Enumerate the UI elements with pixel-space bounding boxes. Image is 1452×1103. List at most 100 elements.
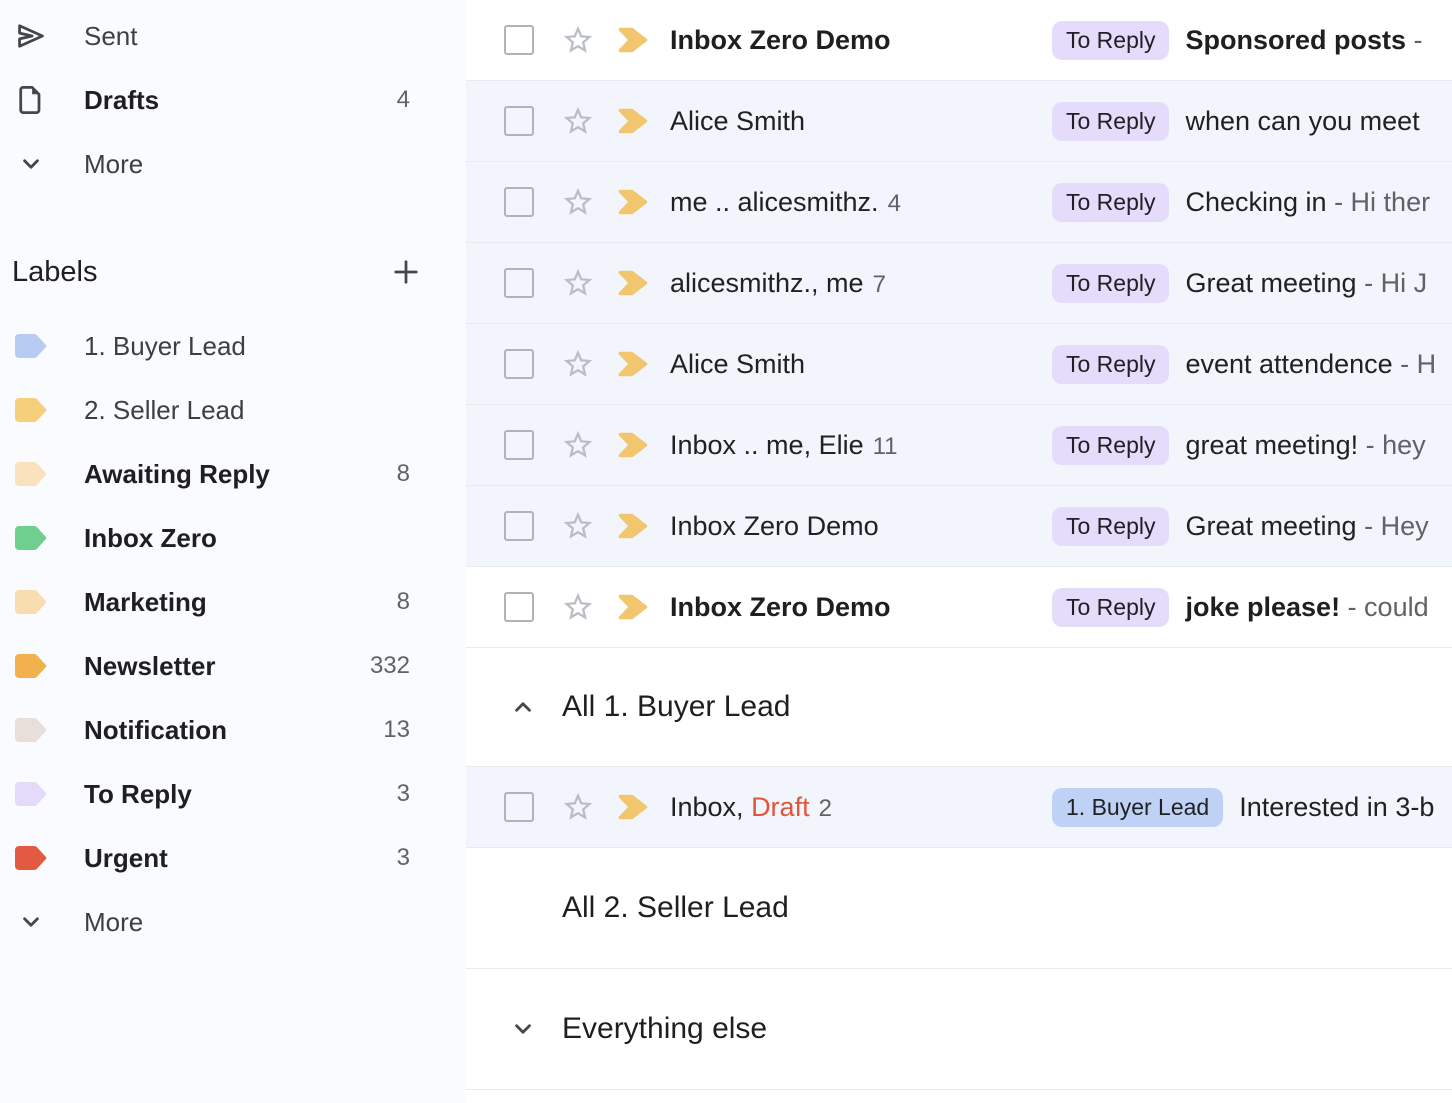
email-subject: great meeting! bbox=[1185, 430, 1358, 461]
sidebar-item-label: Drafts bbox=[84, 85, 159, 116]
label-badge[interactable]: To Reply bbox=[1052, 21, 1169, 60]
select-checkbox[interactable] bbox=[504, 792, 534, 822]
section-header-seller-lead[interactable]: All 2. Seller Lead bbox=[466, 848, 1452, 969]
star-icon[interactable] bbox=[561, 266, 595, 300]
importance-marker-icon[interactable] bbox=[617, 349, 651, 379]
importance-marker-icon[interactable] bbox=[617, 106, 651, 136]
label-badge[interactable]: To Reply bbox=[1052, 507, 1169, 546]
labels-header: Labels bbox=[0, 240, 466, 304]
email-row[interactable]: alicesmithz., me7 To Reply Great meeting… bbox=[466, 243, 1452, 324]
star-icon[interactable] bbox=[561, 104, 595, 138]
star-icon[interactable] bbox=[561, 185, 595, 219]
label-name: Newsletter bbox=[84, 651, 216, 682]
sidebar-item-drafts[interactable]: Drafts 4 bbox=[0, 68, 466, 132]
email-snippet: - hey bbox=[1358, 430, 1426, 461]
section-title: All 1. Buyer Lead bbox=[562, 690, 790, 724]
chevron-down-icon[interactable] bbox=[508, 1014, 538, 1044]
label-badge[interactable]: To Reply bbox=[1052, 183, 1169, 222]
label-count: 13 bbox=[383, 716, 410, 744]
email-row[interactable]: Inbox Zero Demo To Reply Great meeting -… bbox=[466, 486, 1452, 567]
label-badge[interactable]: To Reply bbox=[1052, 588, 1169, 627]
email-snippet: - Hey bbox=[1357, 511, 1429, 542]
select-checkbox[interactable] bbox=[504, 106, 534, 136]
label-tag-icon bbox=[14, 521, 48, 555]
star-icon[interactable] bbox=[561, 347, 595, 381]
email-row[interactable]: Inbox Zero Demo To Reply Sponsored posts… bbox=[466, 0, 1452, 81]
email-subject: Interested in 3-b bbox=[1239, 792, 1434, 823]
select-checkbox[interactable] bbox=[504, 25, 534, 55]
sidebar-label-inbox-zero[interactable]: Inbox Zero bbox=[0, 506, 466, 570]
sidebar: Sent Drafts 4 More Labels bbox=[0, 0, 466, 1103]
label-count: 8 bbox=[397, 588, 410, 616]
importance-marker-icon[interactable] bbox=[617, 792, 651, 822]
label-name: To Reply bbox=[84, 779, 192, 810]
sidebar-label-to-reply[interactable]: To Reply 3 bbox=[0, 762, 466, 826]
email-row[interactable]: Inbox .. me, Elie11 To Reply great meeti… bbox=[466, 405, 1452, 486]
email-subject: Sponsored posts bbox=[1185, 25, 1406, 56]
label-list: 1. Buyer Lead 2. Seller Lead Awaiting Re… bbox=[0, 314, 466, 954]
sidebar-label-notification[interactable]: Notification 13 bbox=[0, 698, 466, 762]
sidebar-label-buyer-lead[interactable]: 1. Buyer Lead bbox=[0, 314, 466, 378]
sidebar-label-marketing[interactable]: Marketing 8 bbox=[0, 570, 466, 634]
importance-marker-icon[interactable] bbox=[617, 25, 651, 55]
email-thread-count: 4 bbox=[888, 190, 901, 217]
email-row[interactable]: Alice Smith To Reply event attendence - … bbox=[466, 324, 1452, 405]
sidebar-item-more-system[interactable]: More bbox=[0, 132, 466, 196]
sidebar-label-awaiting-reply[interactable]: Awaiting Reply 8 bbox=[0, 442, 466, 506]
star-icon[interactable] bbox=[561, 590, 595, 624]
sidebar-label-newsletter[interactable]: Newsletter 332 bbox=[0, 634, 466, 698]
label-badge[interactable]: To Reply bbox=[1052, 426, 1169, 465]
label-tag-icon bbox=[14, 841, 48, 875]
email-row[interactable]: Inbox, Draft2 1. Buyer Lead Interested i… bbox=[466, 767, 1452, 848]
label-tag-icon bbox=[14, 457, 48, 491]
email-subject: event attendence bbox=[1185, 349, 1392, 380]
email-thread-count: 11 bbox=[873, 433, 898, 460]
select-checkbox[interactable] bbox=[504, 511, 534, 541]
chevron-up-icon[interactable] bbox=[508, 692, 538, 722]
select-checkbox[interactable] bbox=[504, 187, 534, 217]
email-sender: Alice Smith bbox=[670, 106, 805, 136]
importance-marker-icon[interactable] bbox=[617, 592, 651, 622]
label-badge[interactable]: 1. Buyer Lead bbox=[1052, 788, 1223, 827]
label-count: 3 bbox=[397, 844, 410, 872]
send-icon bbox=[14, 19, 48, 53]
label-badge[interactable]: To Reply bbox=[1052, 102, 1169, 141]
label-name: 2. Seller Lead bbox=[84, 395, 244, 426]
select-checkbox[interactable] bbox=[504, 430, 534, 460]
star-icon[interactable] bbox=[561, 509, 595, 543]
email-row[interactable]: Inbox Zero Demo To Reply joke please! - … bbox=[466, 567, 1452, 648]
label-name: Inbox Zero bbox=[84, 523, 217, 554]
label-badge[interactable]: To Reply bbox=[1052, 264, 1169, 303]
importance-marker-icon[interactable] bbox=[617, 268, 651, 298]
email-sender: alicesmithz., me bbox=[670, 268, 864, 298]
email-row[interactable]: Alice Smith To Reply when can you meet bbox=[466, 81, 1452, 162]
star-icon[interactable] bbox=[561, 23, 595, 57]
section-header-everything-else[interactable]: Everything else bbox=[466, 969, 1452, 1090]
sidebar-item-sent[interactable]: Sent bbox=[0, 4, 466, 68]
email-subject: Great meeting bbox=[1185, 511, 1356, 542]
importance-marker-icon[interactable] bbox=[617, 511, 651, 541]
select-checkbox[interactable] bbox=[504, 349, 534, 379]
section-title: All 2. Seller Lead bbox=[562, 891, 789, 925]
email-sender: Inbox Zero Demo bbox=[670, 25, 891, 55]
star-icon[interactable] bbox=[561, 428, 595, 462]
draft-icon bbox=[14, 83, 48, 117]
email-row[interactable]: me .. alicesmithz.4 To Reply Checking in… bbox=[466, 162, 1452, 243]
label-tag-icon bbox=[14, 713, 48, 747]
importance-marker-icon[interactable] bbox=[617, 187, 651, 217]
label-badge[interactable]: To Reply bbox=[1052, 345, 1169, 384]
create-label-button[interactable] bbox=[390, 256, 422, 288]
select-checkbox[interactable] bbox=[504, 268, 534, 298]
sidebar-label-more[interactable]: More bbox=[0, 890, 466, 954]
sidebar-label-urgent[interactable]: Urgent 3 bbox=[0, 826, 466, 890]
star-icon[interactable] bbox=[561, 790, 595, 824]
sidebar-label-seller-lead[interactable]: 2. Seller Lead bbox=[0, 378, 466, 442]
email-snippet: - Hi J bbox=[1357, 268, 1428, 299]
label-name: Notification bbox=[84, 715, 227, 746]
section-header-buyer-lead[interactable]: All 1. Buyer Lead bbox=[466, 648, 1452, 767]
email-subject: joke please! bbox=[1185, 592, 1340, 623]
label-name: Marketing bbox=[84, 587, 207, 618]
email-snippet: - could bbox=[1340, 592, 1429, 623]
select-checkbox[interactable] bbox=[504, 592, 534, 622]
importance-marker-icon[interactable] bbox=[617, 430, 651, 460]
